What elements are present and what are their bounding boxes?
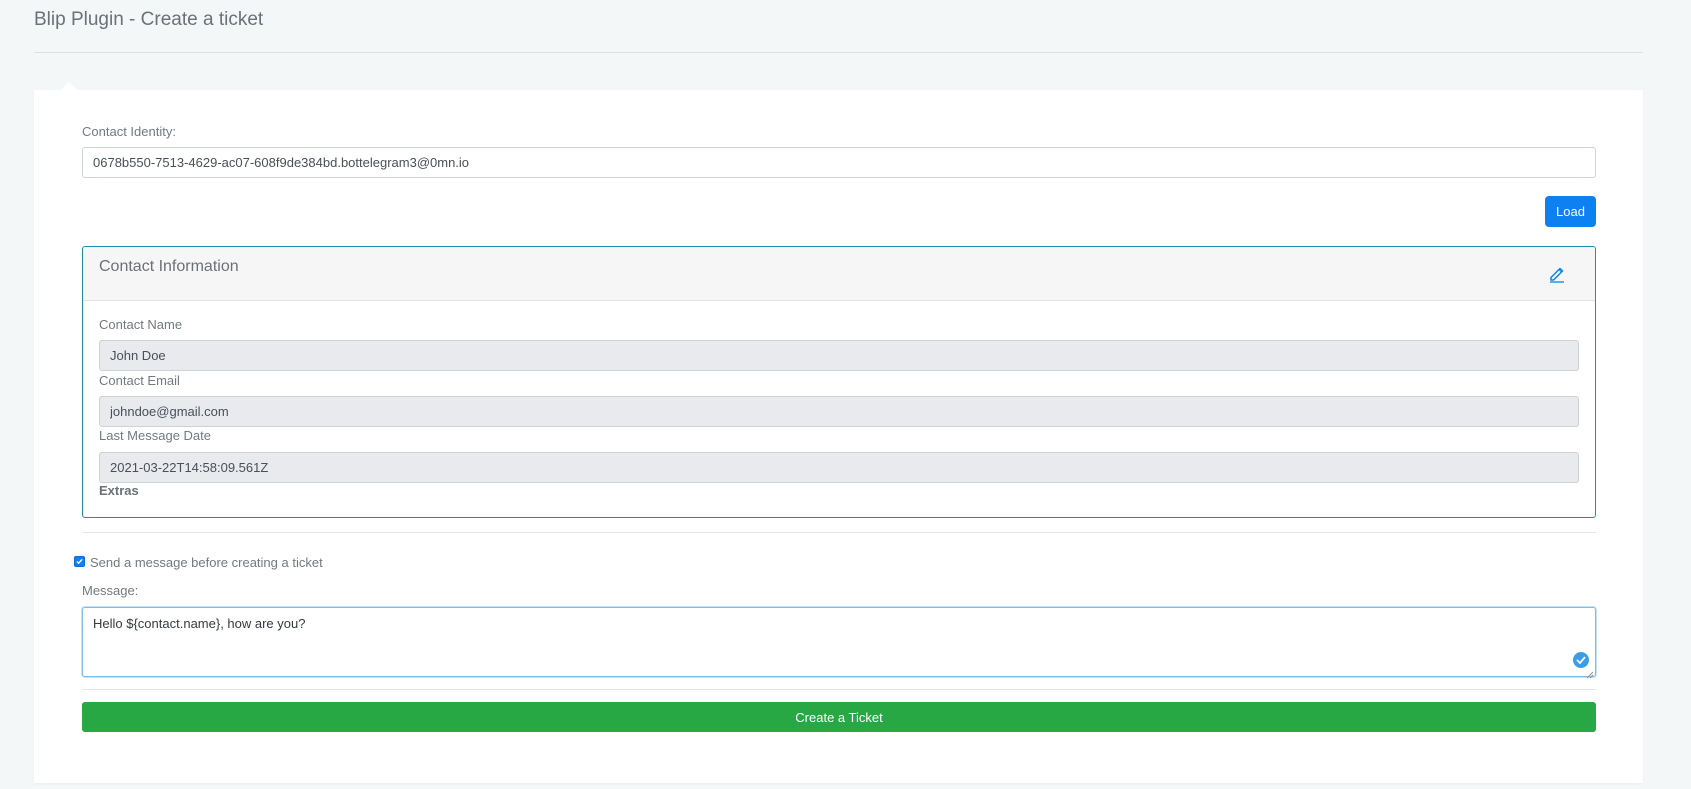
contact-identity-input[interactable]: [82, 147, 1596, 178]
contact-email-field: [99, 396, 1579, 427]
pencil-icon[interactable]: [1547, 263, 1567, 283]
page-header: Blip Plugin - Create a ticket: [34, 0, 1643, 53]
ticket-form-card: Contact Identity: Load Contact Informati…: [34, 82, 1643, 783]
create-ticket-button[interactable]: Create a Ticket: [82, 702, 1596, 732]
contact-name-label: Contact Name: [99, 317, 183, 332]
last-message-date-field: [99, 452, 1579, 483]
contact-information-header: Contact Information: [83, 247, 1595, 301]
divider: [82, 689, 1596, 690]
contact-identity-label: Contact Identity:: [82, 124, 176, 139]
contact-name-field: [99, 340, 1579, 371]
contact-email-label: Contact Email: [99, 373, 180, 388]
resize-handle-icon[interactable]: [1585, 666, 1594, 679]
message-label: Message:: [82, 583, 139, 598]
send-message-checkbox[interactable]: [74, 556, 85, 567]
contact-information-panel: Contact Information Contact Name Contact…: [82, 246, 1596, 518]
contact-information-title: Contact Information: [99, 258, 239, 275]
card-notch: [61, 82, 77, 90]
message-textarea[interactable]: Hello ${contact.name}, how are you?: [82, 607, 1596, 677]
divider: [82, 532, 1596, 533]
last-message-date-label: Last Message Date: [99, 428, 212, 443]
page-title: Blip Plugin - Create a ticket: [34, 9, 264, 30]
send-message-checkbox-label[interactable]: Send a message before creating a ticket: [90, 555, 323, 570]
load-button[interactable]: Load: [1545, 196, 1596, 227]
extras-label: Extras: [99, 483, 139, 498]
